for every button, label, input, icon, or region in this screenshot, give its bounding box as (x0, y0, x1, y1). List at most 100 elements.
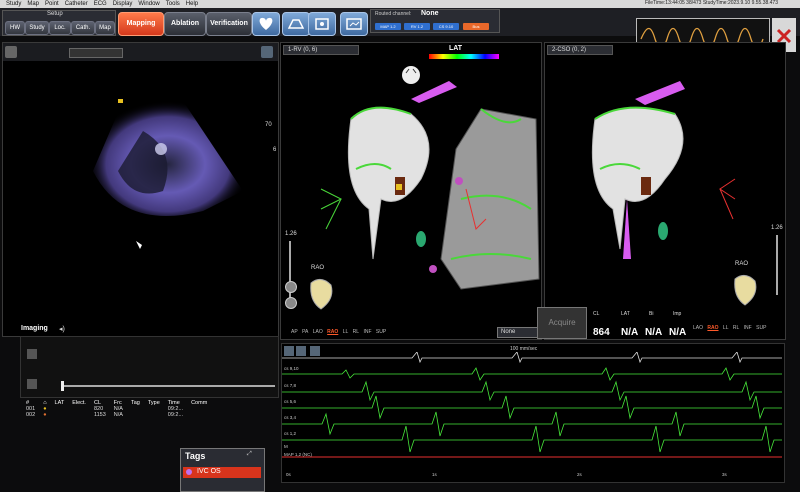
heart-orientation-icon-2 (734, 275, 757, 306)
orientation-label: RAO (311, 265, 325, 271)
view-rl[interactable]: RL (733, 325, 739, 331)
chip-rv[interactable]: RV 1.2 (404, 23, 430, 30)
maximize-icon[interactable]: ⤢ (247, 451, 252, 458)
view-ll[interactable]: LL (723, 325, 729, 331)
lead-m: M (284, 444, 288, 449)
map-view-1: 1-RV (0, 6) LAT 1.26 RAO AP PA LAO RAO L… (280, 42, 542, 340)
zoom-slider-2[interactable] (776, 235, 778, 295)
acquire-value-bi: N/A (645, 327, 663, 338)
routed-channel-box: Routed channel: None MAP 1.2 RV 1.2 CS 9… (370, 9, 500, 33)
setup-cath-button[interactable]: Cath. (71, 21, 95, 35)
menu-map[interactable]: Map (27, 1, 39, 7)
tag-color-icon (186, 469, 192, 475)
view2-orientation-buttons: LAO RAO LL RL INF SUP (693, 325, 769, 331)
view1-dropdown[interactable]: None (497, 327, 538, 338)
verification-mode-button[interactable]: Verification (206, 12, 252, 36)
chip-map[interactable]: MAP 1.2 (375, 23, 401, 30)
tag-item[interactable]: IVC OS (183, 467, 261, 478)
routed-channel-label: Routed channel: (375, 11, 412, 17)
view-rao[interactable]: RAO (327, 329, 338, 335)
acquire-header-bi: Bi (649, 311, 654, 317)
mapping-mode-button[interactable]: Mapping (118, 12, 164, 36)
ultrasound-image (93, 99, 243, 249)
lead-cs12: cs 1,2 (284, 431, 297, 436)
anatomy-map-2 (591, 81, 736, 259)
view-inf[interactable]: INF (744, 325, 752, 331)
time-tick-2: 2s (577, 472, 582, 477)
heart-view-icon[interactable] (252, 12, 280, 36)
menu-study[interactable]: Study (6, 1, 21, 7)
points-table: # ⌂ LAT Elect. CL Frc Tag Type Time Comm… (22, 400, 211, 418)
zoom-out-icon[interactable] (285, 297, 297, 309)
imaging-control-icon[interactable] (27, 349, 37, 359)
row-comm (187, 412, 211, 418)
view-lao[interactable]: LAO (693, 325, 703, 331)
view-pa[interactable]: PA (302, 329, 308, 335)
imaging-settings-icon[interactable] (261, 46, 273, 58)
view-ll[interactable]: LL (343, 329, 349, 335)
time-tick-0: 0s (286, 472, 291, 477)
setup-loc-button[interactable]: Loc. (49, 21, 71, 35)
menu-tools[interactable]: Tools (166, 1, 180, 7)
view-inf[interactable]: INF (363, 329, 371, 335)
ablation-mode-button[interactable]: Ablation (164, 12, 206, 36)
chip-bus[interactable]: Bus (463, 23, 489, 30)
view-rl[interactable]: RL (353, 329, 359, 335)
setup-hw-button[interactable]: HW (5, 21, 25, 35)
view-ap[interactable]: AP (291, 329, 298, 335)
view-rao[interactable]: RAO (707, 325, 718, 331)
imaging-slider-track[interactable] (61, 385, 275, 387)
speaker-icon[interactable]: ◂) (59, 325, 65, 333)
view-sup[interactable]: SUP (376, 329, 386, 335)
menu-display[interactable]: Display (113, 1, 133, 7)
row-tag (127, 412, 144, 418)
routed-channel-value: None (421, 10, 439, 17)
imaging-slider-handle[interactable] (61, 381, 64, 391)
tag-item-label: IVC OS (197, 468, 221, 475)
heart-orientation-icon (310, 279, 333, 310)
map-view-2: 2-CSO (0, 2) 1.26 RAO Acquire CL LAT Bi … (537, 42, 786, 340)
setup-map-button[interactable]: Map (95, 21, 115, 35)
zoom-value: 1.26 (285, 231, 297, 237)
screen-capture-icon[interactable] (340, 12, 368, 36)
menu-catheter[interactable]: Catheter (65, 1, 88, 7)
imaging-controls (20, 336, 279, 398)
row-id: 002 (26, 412, 36, 418)
lead-cs910: cs 9,10 (284, 366, 299, 371)
imaging-select[interactable] (69, 48, 123, 58)
view1-title[interactable]: 1-RV (0, 6) (283, 45, 359, 55)
menu-window[interactable]: Window (138, 1, 159, 7)
record-view-icon[interactable] (308, 12, 336, 36)
lat-label: LAT (449, 45, 463, 52)
view-sup[interactable]: SUP (756, 325, 766, 331)
table-row[interactable]: 002 ● 1153 N/A 09:2... (22, 412, 211, 418)
imaging-control-icon-2[interactable] (27, 379, 37, 389)
chip-cs[interactable]: CS 9.10 (433, 23, 459, 30)
menu-bar: Study Map Point Catheter ECG Display Win… (0, 0, 800, 8)
points-table-area: # ⌂ LAT Elect. CL Frc Tag Type Time Comm… (22, 400, 278, 434)
ecg-panel: 100 mm/sec cs 9,10 cs 7,8 cs 5,6 cs 3,4 … (281, 343, 785, 483)
view-lao[interactable]: LAO (313, 329, 323, 335)
acquire-button[interactable]: Acquire (537, 307, 587, 339)
menu-help[interactable]: Help (186, 1, 198, 7)
acquire-header-imp: Imp (673, 311, 682, 317)
depth-top: 70 (265, 122, 272, 128)
lead-cs34: cs 3,4 (284, 415, 297, 420)
menu-ecg[interactable]: ECG (94, 1, 107, 7)
tags-window: Tags ⤢ IVC OS (180, 448, 265, 492)
acquire-value-cl: 864 (593, 327, 610, 338)
file-time-info: FileTime:13:44:05 38/473 StudyTime:2023.… (644, 0, 778, 6)
acquire-header-lat: LAT (621, 311, 630, 317)
map-mesh-icon[interactable] (282, 12, 310, 36)
imaging-label: Imaging (21, 325, 48, 332)
lead-map12: MAP 1,2 (NC) (284, 452, 312, 457)
row-elect (68, 412, 90, 418)
setup-study-button[interactable]: Study (25, 21, 49, 35)
lead-cs78: cs 7,8 (284, 383, 297, 388)
zoom-in-icon[interactable] (285, 281, 297, 293)
row-type (144, 412, 164, 418)
tags-title: Tags (185, 451, 206, 461)
view2-title[interactable]: 2-CSO (0, 2) (547, 45, 613, 55)
menu-point[interactable]: Point (45, 1, 59, 7)
imaging-tool-icon[interactable] (5, 46, 17, 58)
